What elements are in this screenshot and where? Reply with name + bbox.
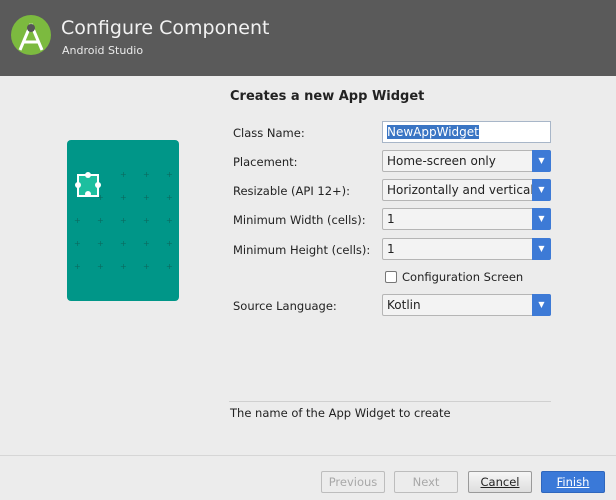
grid-dot: +: [143, 170, 150, 179]
form-heading: Creates a new App Widget: [230, 89, 425, 104]
grid-dot: +: [143, 193, 150, 202]
source-language-value: Kotlin: [387, 298, 421, 312]
chevron-down-icon[interactable]: ▼: [532, 238, 551, 260]
grid-dot: +: [166, 216, 173, 225]
chevron-down-icon[interactable]: ▼: [532, 208, 551, 230]
min-height-label: Minimum Height (cells):: [233, 243, 371, 257]
previous-button[interactable]: Previous: [321, 471, 385, 493]
next-button[interactable]: Next: [394, 471, 458, 493]
grid-dot: +: [120, 216, 127, 225]
placement-select[interactable]: Home-screen only ▼: [382, 150, 551, 172]
placement-value: Home-screen only: [387, 154, 496, 168]
grid-dot: +: [120, 193, 127, 202]
configuration-screen-checkbox[interactable]: [385, 271, 397, 283]
dialog-subtitle: Android Studio: [62, 44, 144, 57]
min-width-select[interactable]: 1 ▼: [382, 208, 551, 230]
min-height-select[interactable]: 1 ▼: [382, 238, 551, 260]
grid-dot: +: [166, 170, 173, 179]
grid-dot: +: [143, 262, 150, 271]
grid-dot: +: [143, 216, 150, 225]
grid-dot: +: [166, 239, 173, 248]
placement-label: Placement:: [233, 155, 298, 169]
chevron-down-icon[interactable]: ▼: [532, 294, 551, 316]
android-studio-logo-icon: [11, 15, 51, 55]
grid-dot: +: [74, 262, 81, 271]
header: Configure Component Android Studio: [0, 0, 616, 76]
resizable-select[interactable]: Horizontally and vertically ▼: [382, 179, 551, 201]
grid-dot: +: [166, 262, 173, 271]
grid-dot: +: [74, 239, 81, 248]
grid-dot: +: [97, 193, 104, 202]
grid-dot: +: [74, 216, 81, 225]
class-name-label: Class Name:: [233, 126, 305, 140]
finish-button[interactable]: Finish: [541, 471, 605, 493]
chevron-down-icon[interactable]: ▼: [532, 150, 551, 172]
grid-dot: +: [120, 239, 127, 248]
grid-dot: +: [97, 216, 104, 225]
field-description: The name of the App Widget to create: [230, 406, 451, 420]
dialog-title: Configure Component: [61, 17, 270, 39]
class-name-input[interactable]: NewAppWidget: [382, 121, 551, 143]
widget-selection: [75, 172, 101, 197]
min-width-value: 1: [387, 212, 395, 226]
footer-divider: [0, 455, 616, 456]
source-language-label: Source Language:: [233, 299, 337, 313]
class-name-value: NewAppWidget: [387, 125, 479, 139]
min-height-value: 1: [387, 242, 395, 256]
grid-dot: +: [97, 239, 104, 248]
grid-dot: +: [143, 239, 150, 248]
configuration-screen-label[interactable]: Configuration Screen: [402, 270, 523, 284]
resizable-value: Horizontally and vertically: [387, 183, 545, 197]
grid-dot: +: [166, 193, 173, 202]
resizable-label: Resizable (API 12+):: [233, 184, 351, 198]
grid-dot: +: [97, 262, 104, 271]
chevron-down-icon[interactable]: ▼: [532, 179, 551, 201]
min-width-label: Minimum Width (cells):: [233, 213, 366, 227]
divider: [229, 401, 551, 402]
cancel-button[interactable]: Cancel: [468, 471, 532, 493]
grid-dot: +: [120, 170, 127, 179]
source-language-select[interactable]: Kotlin ▼: [382, 294, 551, 316]
grid-dot: +: [120, 262, 127, 271]
